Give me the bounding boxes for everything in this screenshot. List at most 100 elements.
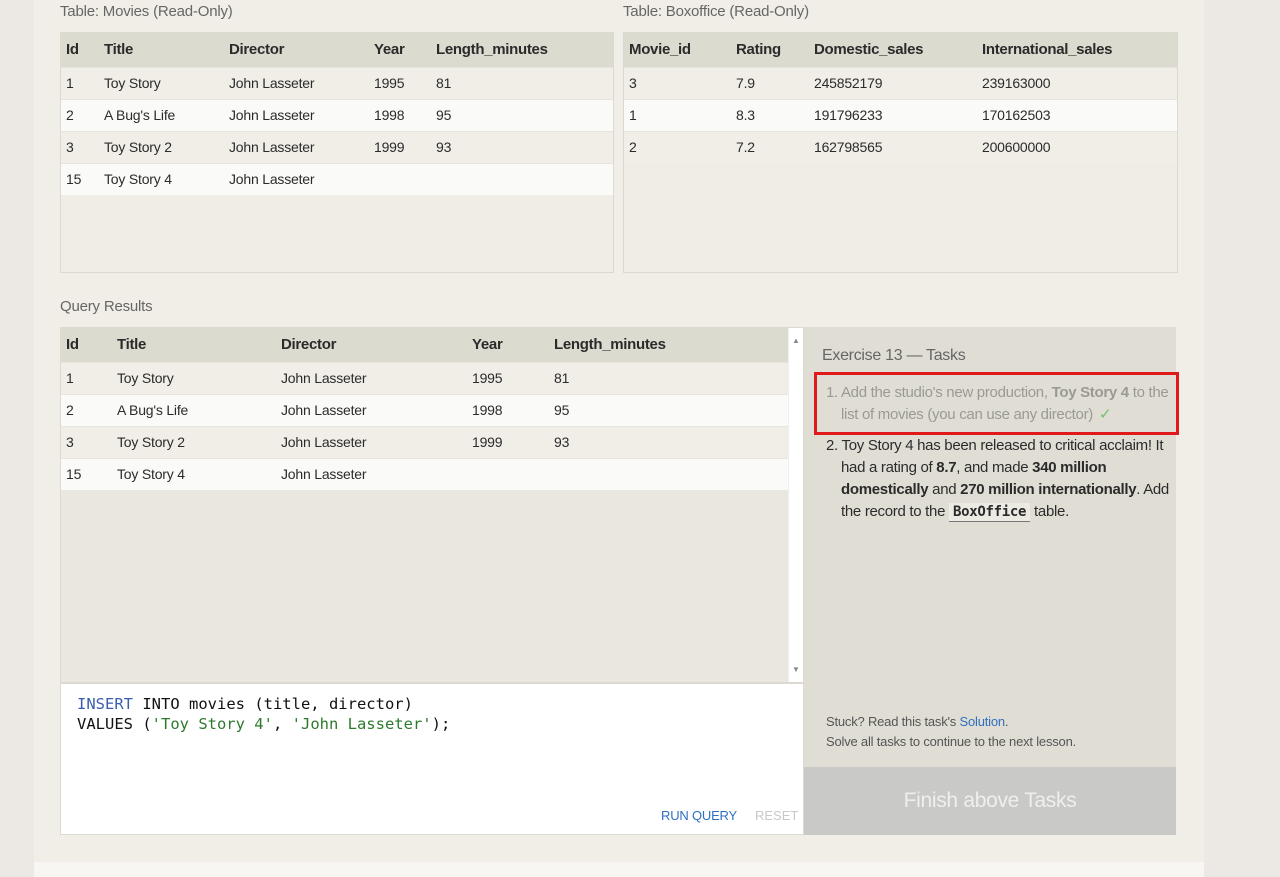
boxoffice-table-caption: Table: Boxoffice (Read-Only) xyxy=(623,3,809,20)
sql-text: INTO movies (title, director) xyxy=(133,695,413,713)
table-cell: John Lasseter xyxy=(276,457,467,490)
table-cell: John Lasseter xyxy=(224,130,369,163)
column-header: International_sales xyxy=(977,33,1177,67)
sql-text: , xyxy=(272,715,292,733)
sql-text: VALUES ( xyxy=(77,715,152,733)
finish-tasks-button[interactable]: Finish above Tasks xyxy=(804,767,1176,835)
table-cell: 1 xyxy=(61,361,112,394)
table-cell: Toy Story 2 xyxy=(112,425,276,458)
table-cell: 245852179 xyxy=(809,66,977,99)
sql-text: ); xyxy=(431,715,451,733)
column-header: Title xyxy=(99,33,224,67)
movies-table-caption: Table: Movies (Read-Only) xyxy=(60,3,233,20)
table-row: 15 Toy Story 4 John Lasseter xyxy=(61,457,790,490)
table-cell: Toy Story xyxy=(99,66,224,99)
table-cell: Toy Story xyxy=(112,361,276,394)
boxoffice-table: Movie_id Rating Domestic_sales Internationa… xyxy=(623,32,1178,273)
table-row: 15 Toy Story 4 John Lasseter xyxy=(61,162,613,195)
table-row: 1 8.3 191796233 170162503 xyxy=(624,98,1177,131)
table-cell: 2 xyxy=(624,130,731,163)
run-query-button[interactable]: RUN QUERY xyxy=(661,808,737,823)
column-header: Id xyxy=(61,33,99,67)
table-cell: 15 xyxy=(61,457,112,490)
table-row: 2A Bug's Life John Lasseter 1998 95 xyxy=(61,393,790,426)
column-header: Length_minutes xyxy=(431,33,613,67)
table-cell: Toy Story 2 xyxy=(99,130,224,163)
column-header: Movie_id xyxy=(624,33,731,67)
column-header: Rating xyxy=(731,33,809,67)
movies-table: Id Title Director Year Length_minutes 1 Toy S… xyxy=(60,32,614,273)
table-cell: 162798565 xyxy=(809,130,977,163)
table-cell: 1995 xyxy=(467,361,549,394)
table-cell: Toy Story 4 xyxy=(99,162,224,195)
table-cell: 1999 xyxy=(467,425,549,458)
table-cell: 3 xyxy=(61,130,99,163)
table-cell: John Lasseter xyxy=(224,66,369,99)
table-row: 2A Bug's Life John Lasseter 1998 95 xyxy=(61,98,613,131)
solve-all-text: Solve all tasks to continue to the next … xyxy=(826,734,1077,749)
query-results-table[interactable]: Id Title Director Year Length_minutes 1 Toy S… xyxy=(60,327,804,683)
sql-string: 'John Lasseter' xyxy=(291,715,432,733)
table-cell: John Lasseter xyxy=(224,98,369,131)
task-2: 2. Toy Story 4 has been released to crit… xyxy=(826,435,1172,523)
table-cell: 239163000 xyxy=(977,66,1177,99)
table-cell: 1998 xyxy=(467,393,549,426)
task-text: table. xyxy=(1030,503,1069,520)
task-bold-text: 8.7 xyxy=(936,459,957,476)
table-cell: A Bug's Life xyxy=(112,393,276,426)
scroll-up-arrow-icon[interactable]: ▲ xyxy=(792,336,800,345)
table-cell: 191796233 xyxy=(809,98,977,131)
sql-string: 'Toy Story 4' xyxy=(151,715,273,733)
table-row: 3 7.9 245852179 239163000 xyxy=(624,66,1177,99)
table-cell xyxy=(431,162,613,195)
task-bold-text: 270 million internationally xyxy=(960,481,1137,498)
table-cell: 1995 xyxy=(369,66,431,99)
task-1-highlight xyxy=(814,372,1179,435)
table-cell: John Lasseter xyxy=(276,361,467,394)
sql-editor[interactable]: INSERT INTO movies (title, director) VAL… xyxy=(60,683,804,835)
page-footer-strip xyxy=(34,862,1204,877)
column-header: Title xyxy=(112,328,276,362)
column-header: Length_minutes xyxy=(549,328,790,362)
sql-code[interactable]: INSERT INTO movies (title, director) VAL… xyxy=(77,694,450,734)
column-header: Id xyxy=(61,328,112,362)
task-text: and xyxy=(928,481,961,498)
column-header: Domestic_sales xyxy=(809,33,977,67)
sql-keyword: INSERT xyxy=(77,695,133,713)
table-cell: 93 xyxy=(431,130,613,163)
table-row: 3 Toy Story 2 John Lasseter 1999 93 xyxy=(61,425,790,458)
solution-link[interactable]: Solution xyxy=(960,714,1006,729)
table-cell: 8.3 xyxy=(731,98,809,131)
table-cell: 7.2 xyxy=(731,130,809,163)
table-row: 1 Toy Story John Lasseter 1995 81 xyxy=(61,66,613,99)
task-text: , and made xyxy=(956,459,1033,476)
stuck-text: . xyxy=(1004,714,1009,729)
table-cell: John Lasseter xyxy=(276,393,467,426)
table-cell xyxy=(369,162,431,195)
table-cell xyxy=(549,457,790,490)
table-cell xyxy=(467,457,549,490)
table-cell: Toy Story 4 xyxy=(112,457,276,490)
table-cell: 81 xyxy=(549,361,790,394)
reset-button[interactable]: RESET xyxy=(755,808,798,823)
table-cell: 93 xyxy=(549,425,790,458)
table-row: 3 Toy Story 2 John Lasseter 1999 93 xyxy=(61,130,613,163)
column-header: Year xyxy=(369,33,431,67)
table-cell: 3 xyxy=(61,425,112,458)
results-scrollbar[interactable]: ▲ ▼ xyxy=(788,328,803,682)
scroll-down-arrow-icon[interactable]: ▼ xyxy=(792,665,800,674)
stuck-help: Stuck? Read this task's Solution. Solve … xyxy=(826,712,1076,752)
column-header: Director xyxy=(276,328,467,362)
table-row: 2 7.2 162798565 200600000 xyxy=(624,130,1177,163)
table-header-row: Id Title Director Year Length_minutes xyxy=(61,33,613,67)
table-cell: 1 xyxy=(61,66,99,99)
table-row: 1 Toy Story John Lasseter 1995 81 xyxy=(61,361,790,394)
table-header-row: Movie_id Rating Domestic_sales Internationa… xyxy=(624,33,1177,67)
table-cell: John Lasseter xyxy=(276,425,467,458)
table-cell: 81 xyxy=(431,66,613,99)
table-cell: 3 xyxy=(624,66,731,99)
table-header-row: Id Title Director Year Length_minutes xyxy=(61,328,790,362)
table-cell: 95 xyxy=(549,393,790,426)
table-cell: 95 xyxy=(431,98,613,131)
table-cell: 1998 xyxy=(369,98,431,131)
